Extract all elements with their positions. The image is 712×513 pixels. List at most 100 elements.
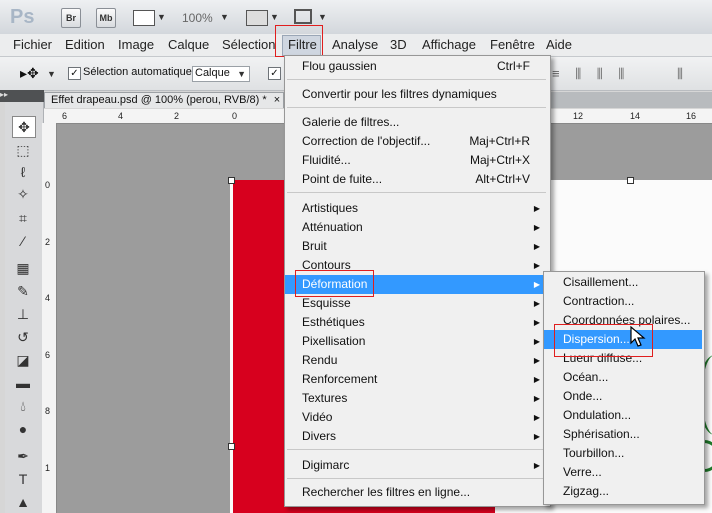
menu-item-artistiques[interactable]: Artistiques ▶ [285,199,548,218]
path-selection-tool-icon[interactable]: ▲ [12,492,34,512]
auto-select-target-select[interactable]: Calque ▼ [192,66,250,82]
zoom-dropdown-icon[interactable]: ▼ [220,12,229,22]
menu-item-label: Bruit [302,239,327,253]
menu-item-label: Artistiques [302,201,359,215]
menu-item-esthetiques[interactable]: Esthétiques ▶ [285,313,548,332]
menu-item-divers[interactable]: Divers ▶ [285,427,548,446]
menu-item-digimarc[interactable]: Digimarc ▶ [285,456,548,475]
menu-item-rechercher-en-ligne[interactable]: Rechercher les filtres en ligne... [285,483,548,502]
align-icons[interactable]: ≡ ⫼ ⫼ ⫼ [552,66,630,82]
screen-mode-dropdown-icon[interactable]: ▼ [318,12,327,22]
submenu-arrow-icon: ▶ [533,223,540,232]
arrange-dropdown-icon[interactable]: ▼ [270,12,279,22]
menu-fichier[interactable]: Fichier [13,37,52,52]
submenu-item-onde[interactable]: Onde... [544,387,702,406]
blur-tool-icon[interactable]: 💧︎ [12,396,34,416]
type-tool-icon[interactable]: T [12,469,34,489]
menu-edition[interactable]: Edition [65,37,105,52]
submenu-item-cisaillement[interactable]: Cisaillement... [544,273,702,292]
submenu-item-tourbillon[interactable]: Tourbillon... [544,444,702,463]
view-extras-icon[interactable] [133,10,155,26]
submenu-item-spherisation[interactable]: Sphérisation... [544,425,702,444]
zoom-level[interactable]: 100% [182,11,213,25]
pen-tool-icon[interactable]: ✒ [12,446,34,466]
menu-3d[interactable]: 3D [390,37,407,52]
move-tool-icon[interactable]: ✥ [12,116,36,138]
menu-item-attenuation[interactable]: Atténuation ▶ [285,218,548,237]
bridge-button[interactable]: Br [61,8,81,28]
mini-bridge-button[interactable]: Mb [96,8,116,28]
submenu-item-ondulation[interactable]: Ondulation... [544,406,702,425]
menu-item-esquisse[interactable]: Esquisse ▶ [285,294,548,313]
submenu-arrow-icon: ▶ [533,242,540,251]
move-tool-preset-icon[interactable]: ▸✥ [20,65,39,82]
stamp-tool-icon[interactable]: ⊥ [12,304,34,324]
menu-separator [287,79,546,80]
tool-preset-dropdown-icon[interactable]: ▼ [47,69,56,79]
menu-item-shortcut: Maj+Ctrl+R [469,134,530,148]
tools-collapse-icon[interactable]: ▸▸ [0,90,44,102]
eraser-tool-icon[interactable]: ◪ [12,350,34,370]
menu-item-label: Divers [302,429,337,443]
menu-item-textures[interactable]: Textures ▶ [285,389,548,408]
menu-item-point-de-fuite[interactable]: Point de fuite... Alt+Ctrl+V [285,170,548,189]
screen-mode-icon[interactable] [294,9,312,24]
menu-affichage[interactable]: Affichage [422,37,476,52]
menu-item-renforcement[interactable]: Renforcement ▶ [285,370,548,389]
menu-item-flou-gaussien[interactable]: Flou gaussien Ctrl+F [285,57,548,76]
marquee-tool-icon[interactable]: ⬚ [12,140,34,160]
filtre-menu: Flou gaussien Ctrl+F Convertir pour les f… [284,55,551,507]
submenu-item-ocean[interactable]: Océan... [544,368,702,387]
history-brush-tool-icon[interactable]: ↺ [12,327,34,347]
transform-handle[interactable] [627,177,634,184]
submenu-arrow-icon: ▶ [533,375,540,384]
submenu-arrow-icon: ▶ [533,318,540,327]
menu-image[interactable]: Image [118,37,154,52]
submenu-item-verre[interactable]: Verre... [544,463,702,482]
menu-item-label: Flou gaussien [302,59,377,73]
menu-item-label: Esquisse [302,296,351,310]
gradient-tool-icon[interactable]: ▬ [12,373,34,393]
submenu-arrow-icon: ▶ [533,461,540,470]
dodge-tool-icon[interactable]: ● [12,419,34,439]
menu-aide[interactable]: Aide [546,37,572,52]
submenu-item-zigzag[interactable]: Zigzag... [544,482,702,501]
ruler-top-label: 0 [232,111,238,121]
eyedropper-tool-icon[interactable]: ⁄ [12,231,34,251]
submenu-arrow-icon: ▶ [533,432,540,441]
menu-selection[interactable]: Sélection [222,37,275,52]
transform-controls-checkbox[interactable]: ✓ [268,67,281,80]
auto-align-icon[interactable]: ⫼ [677,66,683,82]
menu-item-fluidite[interactable]: Fluidité... Maj+Ctrl+X [285,151,548,170]
menu-item-label: Correction de l'objectif... [302,134,431,148]
menu-item-correction[interactable]: Correction de l'objectif... Maj+Ctrl+R [285,132,548,151]
magic-wand-tool-icon[interactable]: ✧ [12,184,34,204]
arrange-documents-icon[interactable] [246,10,268,26]
document-tab[interactable]: Effet drapeau.psd @ 100% (perou, RVB/8) … [44,92,284,108]
menu-fenetre[interactable]: Fenêtre [490,37,535,52]
menu-item-label: Textures [302,391,348,405]
menu-item-convertir[interactable]: Convertir pour les filtres dynamiques [285,85,548,104]
menu-item-pixellisation[interactable]: Pixellisation ▶ [285,332,548,351]
menu-item-shortcut: Alt+Ctrl+V [475,172,530,186]
submenu-item-contraction[interactable]: Contraction... [544,292,702,311]
lasso-tool-icon[interactable]: ℓ [12,162,34,182]
menu-item-rendu[interactable]: Rendu ▶ [285,351,548,370]
menu-item-galerie[interactable]: Galerie de filtres... [285,113,548,132]
transform-handle[interactable] [228,443,235,450]
healing-brush-tool-icon[interactable]: ▦ [12,258,34,278]
menu-analyse[interactable]: Analyse [332,37,378,52]
auto-select-checkbox[interactable]: ✓ [68,67,81,80]
brush-tool-icon[interactable]: ✎ [12,281,34,301]
transform-handle[interactable] [228,177,235,184]
ruler-top-label: 16 [686,111,697,121]
document-close-icon[interactable]: × [274,94,280,106]
menu-separator [287,449,546,450]
ruler-top-label: 14 [630,111,641,121]
view-extras-dropdown-icon[interactable]: ▼ [157,12,166,22]
ruler-top-label: 12 [573,111,584,121]
menu-item-bruit[interactable]: Bruit ▶ [285,237,548,256]
crop-tool-icon[interactable]: ⌗ [12,208,34,228]
menu-item-video[interactable]: Vidéo ▶ [285,408,548,427]
menu-calque[interactable]: Calque [168,37,209,52]
